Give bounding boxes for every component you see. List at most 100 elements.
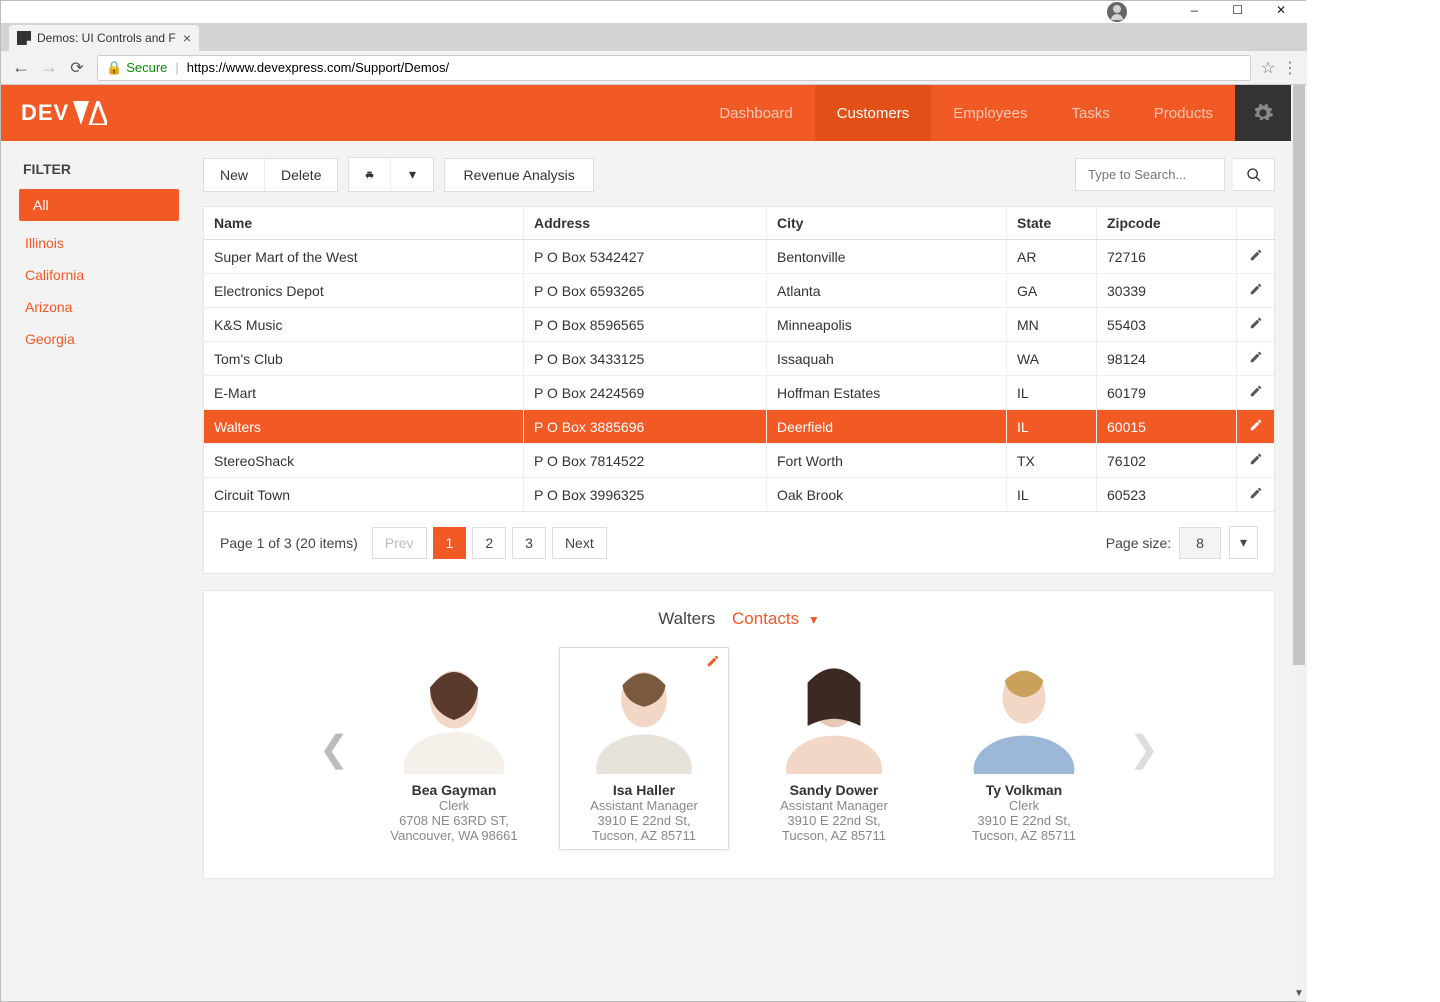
cell-zip: 30339	[1097, 274, 1237, 308]
print-dropdown[interactable]: ▾	[391, 158, 433, 191]
row-edit-button[interactable]	[1237, 478, 1275, 512]
window-minimize[interactable]: —	[1174, 4, 1214, 18]
nav-tasks[interactable]: Tasks	[1049, 85, 1131, 141]
cell-zip: 76102	[1097, 444, 1237, 478]
row-edit-button[interactable]	[1237, 308, 1275, 342]
table-row[interactable]: Electronics DepotP O Box 6593265AtlantaG…	[204, 274, 1275, 308]
table-row[interactable]: Tom's ClubP O Box 3433125IssaquahWA98124	[204, 342, 1275, 376]
row-edit-button[interactable]	[1237, 240, 1275, 274]
cell-state: IL	[1007, 410, 1097, 444]
nav-dashboard[interactable]: Dashboard	[697, 85, 814, 141]
filter-georgia[interactable]: Georgia	[1, 323, 187, 355]
browser-menu-icon[interactable]: ⋮	[1279, 58, 1301, 78]
revenue-analysis-button[interactable]: Revenue Analysis	[444, 158, 593, 192]
row-edit-button[interactable]	[1237, 342, 1275, 376]
nav-customers[interactable]: Customers	[815, 85, 932, 141]
contact-card[interactable]: Bea GaymanClerk6708 NE 63RD ST,Vancouver…	[369, 647, 539, 850]
cell-zip: 98124	[1097, 342, 1237, 376]
filter-sidebar: FILTER AllIllinoisCaliforniaArizonaGeorg…	[1, 141, 187, 1001]
cell-state: MN	[1007, 308, 1097, 342]
os-titlebar: — ☐ ✕	[1, 1, 1307, 23]
cell-state: IL	[1007, 478, 1097, 512]
pager-next[interactable]: Next	[552, 527, 607, 559]
detail-section-dropdown[interactable]: Contacts ▼	[732, 609, 820, 628]
scrollbar-down-icon[interactable]: ▼	[1291, 988, 1307, 999]
row-edit-button[interactable]	[1237, 376, 1275, 410]
detail-panel: Walters Contacts ▼ ❮ Bea GaymanClerk6708…	[203, 590, 1275, 879]
cell-state: AR	[1007, 240, 1097, 274]
row-edit-button[interactable]	[1237, 410, 1275, 444]
row-edit-button[interactable]	[1237, 444, 1275, 478]
pager-page-1[interactable]: 1	[433, 527, 467, 559]
page-size-dropdown[interactable]: ▾	[1229, 526, 1258, 559]
content-toolbar: New Delete ▾ Revenue Analysis	[203, 157, 1275, 192]
filter-california[interactable]: California	[1, 259, 187, 291]
avatar	[394, 654, 514, 774]
contact-name: Isa Haller	[566, 782, 722, 798]
col-name[interactable]: Name	[204, 207, 524, 240]
col-zipcode[interactable]: Zipcode	[1097, 207, 1237, 240]
browser-toolbar: ← → ⟳ 🔒 Secure | https://www.devexpress.…	[1, 51, 1307, 85]
contact-address-2: Tucson, AZ 85711	[946, 828, 1102, 843]
cell-name: StereoShack	[204, 444, 524, 478]
search-button[interactable]	[1233, 158, 1275, 191]
cell-address: P O Box 6593265	[524, 274, 767, 308]
cell-name: Electronics Depot	[204, 274, 524, 308]
search-input[interactable]	[1075, 158, 1225, 191]
cell-zip: 72716	[1097, 240, 1237, 274]
contact-role: Clerk	[946, 798, 1102, 813]
table-row[interactable]: StereoShackP O Box 7814522Fort WorthTX76…	[204, 444, 1275, 478]
cell-address: P O Box 3996325	[524, 478, 767, 512]
table-row[interactable]: Super Mart of the WestP O Box 5342427Ben…	[204, 240, 1275, 274]
pager-page-3[interactable]: 3	[512, 527, 546, 559]
cell-city: Hoffman Estates	[767, 376, 1007, 410]
contact-address-1: 6708 NE 63RD ST,	[376, 813, 532, 828]
window-maximize[interactable]: ☐	[1218, 3, 1258, 18]
table-row[interactable]: E-MartP O Box 2424569Hoffman EstatesIL60…	[204, 376, 1275, 410]
new-button[interactable]: New	[204, 159, 265, 191]
browser-tab[interactable]: Demos: UI Controls and F ×	[9, 25, 199, 51]
contact-card[interactable]: Ty VolkmanClerk3910 E 22nd St,Tucson, AZ…	[939, 647, 1109, 850]
nav-forward-icon[interactable]: →	[35, 57, 63, 78]
url-text: https://www.devexpress.com/Support/Demos…	[187, 60, 449, 75]
reload-icon[interactable]: ⟳	[63, 58, 91, 78]
tab-close-icon[interactable]: ×	[183, 30, 191, 46]
col-state[interactable]: State	[1007, 207, 1097, 240]
col-city[interactable]: City	[767, 207, 1007, 240]
bookmark-star-icon[interactable]: ☆	[1257, 58, 1279, 78]
print-button[interactable]	[349, 158, 391, 191]
nav-products[interactable]: Products	[1132, 85, 1235, 141]
scrollbar-vertical[interactable]: ▼	[1291, 85, 1307, 1001]
nav-back-icon[interactable]: ←	[7, 57, 35, 78]
carousel-prev[interactable]: ❮	[319, 647, 349, 850]
pager-page-2[interactable]: 2	[472, 527, 506, 559]
col-address[interactable]: Address	[524, 207, 767, 240]
address-bar[interactable]: 🔒 Secure | https://www.devexpress.com/Su…	[97, 55, 1251, 81]
cell-address: P O Box 3433125	[524, 342, 767, 376]
contact-address-2: Vancouver, WA 98661	[376, 828, 532, 843]
nav-employees[interactable]: Employees	[931, 85, 1049, 141]
account-icon[interactable]	[1107, 2, 1127, 22]
filter-arizona[interactable]: Arizona	[1, 291, 187, 323]
scrollbar-thumb[interactable]	[1293, 85, 1305, 665]
row-edit-button[interactable]	[1237, 274, 1275, 308]
table-row[interactable]: Circuit TownP O Box 3996325Oak BrookIL60…	[204, 478, 1275, 512]
cell-state: WA	[1007, 342, 1097, 376]
card-edit-icon[interactable]	[706, 654, 720, 671]
filter-all[interactable]: All	[19, 189, 179, 221]
carousel-next[interactable]: ❯	[1129, 647, 1159, 850]
page-size-label: Page size:	[1106, 535, 1171, 551]
table-row[interactable]: K&S MusicP O Box 8596565MinneapolisMN554…	[204, 308, 1275, 342]
contact-card[interactable]: Isa HallerAssistant Manager3910 E 22nd S…	[559, 647, 729, 850]
filter-illinois[interactable]: Illinois	[1, 227, 187, 259]
pager-prev[interactable]: Prev	[372, 527, 427, 559]
detail-company: Walters	[658, 609, 715, 628]
table-row[interactable]: WaltersP O Box 3885696DeerfieldIL60015	[204, 410, 1275, 444]
settings-gear-button[interactable]	[1235, 85, 1291, 141]
cell-city: Oak Brook	[767, 478, 1007, 512]
brand-logo[interactable]: DEV	[1, 85, 127, 141]
delete-button[interactable]: Delete	[265, 159, 337, 191]
window-close[interactable]: ✕	[1261, 3, 1301, 18]
contact-card[interactable]: Sandy DowerAssistant Manager3910 E 22nd …	[749, 647, 919, 850]
cell-zip: 60523	[1097, 478, 1237, 512]
